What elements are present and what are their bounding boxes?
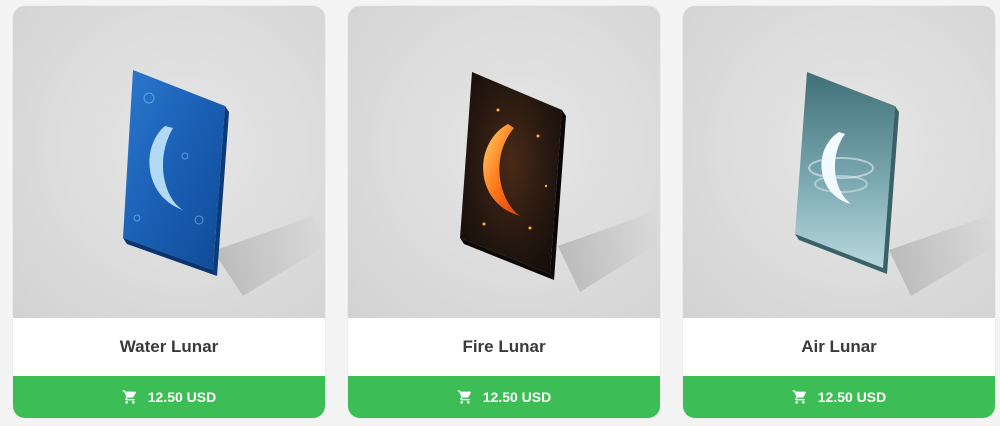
buy-button-water-lunar[interactable]: 12.50 USD xyxy=(13,376,325,418)
product-card-water-lunar[interactable]: Water Lunar 12.50 USD xyxy=(13,6,325,418)
price-label: 12.50 USD xyxy=(482,389,552,405)
product-card-fire-lunar[interactable]: Fire Lunar 12.50 USD xyxy=(348,6,660,418)
canvas-print-water xyxy=(123,70,325,296)
shopping-cart-icon xyxy=(792,390,806,404)
product-card-air-lunar[interactable]: Air Lunar 12.50 USD xyxy=(683,6,995,418)
shopping-cart-icon xyxy=(122,390,136,404)
product-title: Air Lunar xyxy=(801,337,877,356)
product-image-fire-lunar[interactable] xyxy=(348,6,660,318)
price-label: 12.50 USD xyxy=(817,389,887,405)
product-image-water-lunar[interactable] xyxy=(13,6,325,318)
canvas-print-fire xyxy=(460,72,660,292)
product-image-air-lunar[interactable] xyxy=(683,6,995,318)
canvas-print-air xyxy=(795,72,995,296)
shopping-cart-icon xyxy=(457,390,471,404)
price-label: 12.50 USD xyxy=(147,389,217,405)
buy-button-fire-lunar[interactable]: 12.50 USD xyxy=(348,376,660,418)
product-title: Fire Lunar xyxy=(462,337,546,356)
product-grid: Water Lunar 12.50 USD Fire Lunar 12.50 U… xyxy=(0,0,1000,426)
product-title: Water Lunar xyxy=(119,337,219,356)
buy-button-air-lunar[interactable]: 12.50 USD xyxy=(683,376,995,418)
